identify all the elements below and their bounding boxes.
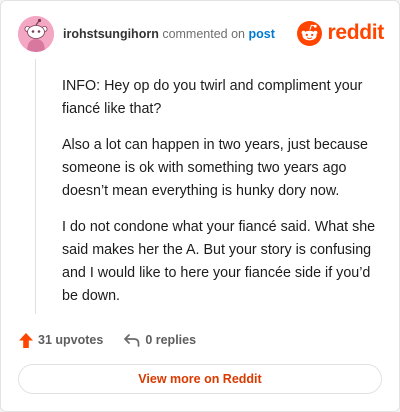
username-link[interactable]: irohstsungihorn (63, 27, 159, 41)
comment-paragraph: I do not condone what your fiancé said. … (62, 219, 376, 304)
replies-count: 0 replies (145, 333, 197, 347)
comment-action-text: commented on (162, 27, 245, 41)
upvote-button[interactable]: 31 upvotes (18, 332, 103, 349)
user-avatar[interactable] (18, 16, 54, 52)
comment-header: irohstsungihorn commented on post reddit (18, 16, 384, 52)
comment-paragraph: Also a lot can happen in two years, just… (62, 137, 368, 199)
comment-paragraph: INFO: Hey op do you twirl and compliment… (62, 78, 363, 117)
comment-meta: irohstsungihorn commented on post (63, 27, 275, 41)
snoo-avatar-icon (18, 16, 54, 52)
upvotes-count: 31 upvotes (38, 333, 104, 347)
replies-button[interactable]: 0 replies (123, 332, 196, 348)
reddit-logo[interactable]: reddit (297, 18, 384, 48)
comment-actions: 31 upvotes 0 replies (18, 330, 196, 350)
comment-body: INFO: Hey op do you twirl and compliment… (62, 75, 382, 321)
embedded-comment-card: irohstsungihorn commented on post reddit… (0, 0, 400, 412)
reddit-logo-icon (297, 20, 323, 46)
reddit-wordmark: reddit (327, 21, 384, 44)
post-link[interactable]: post (248, 27, 274, 41)
view-more-button[interactable]: View more on Reddit (18, 364, 382, 394)
upvote-arrow-icon (19, 332, 33, 348)
thread-line (35, 59, 36, 314)
reply-arrow-icon (124, 334, 140, 347)
